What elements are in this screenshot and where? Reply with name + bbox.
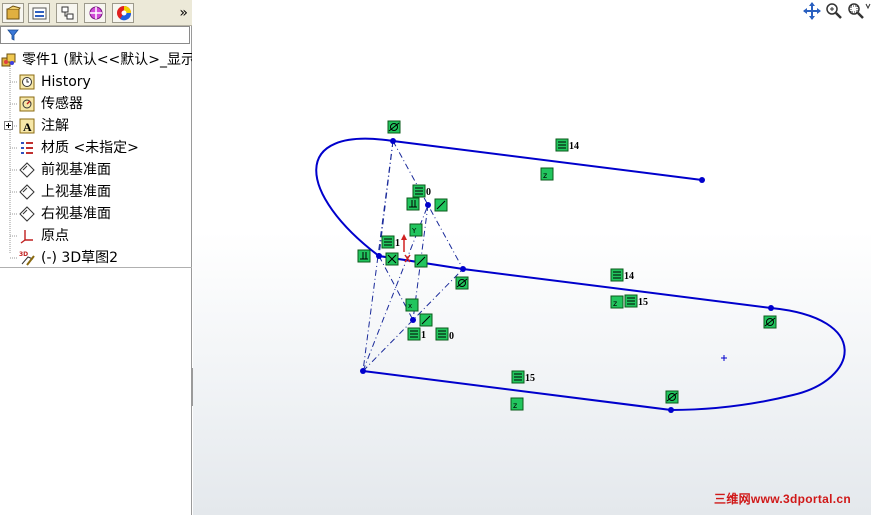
tree-item-label: 材质 <未指定>: [41, 140, 139, 156]
history-icon: [19, 74, 35, 90]
svg-text:Y: Y: [411, 227, 417, 235]
along-y-relation-icon[interactable]: [419, 313, 433, 327]
relation-label: 1: [421, 330, 426, 341]
part-icon: [1, 53, 16, 67]
tree-divider: [0, 267, 192, 268]
dimxpert-icon: [89, 6, 103, 20]
display-manager-tab[interactable]: [112, 3, 134, 23]
tree-item-label: 注解: [41, 118, 69, 134]
tangent-relation-icon[interactable]: [387, 120, 401, 134]
relation-label: 1: [395, 238, 400, 249]
equal-relation-icon[interactable]: [610, 268, 624, 282]
tree-item-label: 传感器: [41, 96, 83, 112]
annotation-icon: A: [19, 118, 35, 134]
equal-relation-icon[interactable]: [381, 235, 395, 249]
tree-item-label: 前视基准面: [41, 162, 111, 178]
sensor-icon: [19, 96, 35, 112]
equal-relation-icon[interactable]: [435, 327, 449, 341]
along-z-relation-icon[interactable]: z: [540, 167, 554, 181]
relation-label: 14: [569, 141, 579, 152]
tree-item-label: 原点: [41, 228, 69, 244]
relation-label: 15: [525, 373, 535, 384]
sketch-canvas: z z z Y x: [315, 120, 846, 413]
along-x-relation-icon[interactable]: Y: [409, 223, 423, 237]
tree-item-origin[interactable]: 原点: [0, 225, 192, 247]
material-icon: [21, 142, 33, 154]
svg-text:3D: 3D: [19, 251, 28, 258]
tree-item-annotations[interactable]: A 注解: [0, 115, 192, 137]
relation-label: 15: [638, 297, 648, 308]
filter-bar[interactable]: [0, 26, 190, 44]
tree-item-right-plane[interactable]: 右视基准面: [0, 203, 192, 225]
relation-label: 14: [624, 271, 634, 282]
tree-item-material[interactable]: 材质 <未指定>: [0, 137, 192, 159]
plane-icon: [19, 206, 35, 222]
manager-tabs: »: [0, 0, 192, 26]
equal-relation-icon[interactable]: [412, 184, 426, 198]
sketch-path[interactable]: [315, 137, 846, 411]
part-root-node[interactable]: 零件1 (默认<<默认>_显示: [0, 49, 192, 71]
tangent-relation-icon[interactable]: [665, 390, 679, 404]
perpendicular-relation-icon[interactable]: [406, 197, 420, 211]
svg-text:z: z: [513, 401, 517, 410]
origin-icon: [20, 230, 33, 244]
along-x-relation-icon[interactable]: x: [405, 298, 419, 312]
equal-relation-icon[interactable]: [624, 294, 638, 308]
equal-relation-icon[interactable]: [407, 327, 421, 341]
svg-text:z: z: [543, 171, 547, 180]
along-y-relation-icon[interactable]: [385, 252, 399, 266]
tree-item-label: History: [41, 74, 91, 90]
part-label: 零件1 (默认<<默认>_显示: [22, 52, 192, 68]
equal-relation-icon[interactable]: [555, 138, 569, 152]
expand-tabs-button[interactable]: »: [179, 3, 188, 23]
featuremanager-icon: [6, 5, 21, 20]
tree-item-label: 右视基准面: [41, 206, 111, 222]
propertymanager-tab[interactable]: [28, 3, 50, 23]
propertymanager-icon: [32, 7, 47, 20]
arc-center-mark: [721, 355, 727, 361]
display-manager-icon: [117, 6, 132, 21]
equal-relation-icon[interactable]: [511, 370, 525, 384]
perpendicular-relation-icon[interactable]: [357, 249, 371, 263]
3d-sketch-icon: 3D: [19, 251, 35, 266]
along-z-relation-icon[interactable]: z: [510, 397, 524, 411]
svg-text:A: A: [23, 120, 32, 134]
sketch-endpoints: [360, 138, 774, 413]
tangent-relation-icon[interactable]: [455, 276, 469, 290]
watermark: 三维网www.3dportal.cn: [714, 492, 851, 506]
configurationmanager-icon: [61, 6, 74, 20]
graphics-area[interactable]: z z z Y x 14 0 1 14 15 1 0 15 三维网www.3dp…: [193, 0, 871, 515]
tree-item-sensors[interactable]: 传感器: [0, 93, 192, 115]
tree-item-top-plane[interactable]: 上视基准面: [0, 181, 192, 203]
relation-label: 0: [426, 187, 431, 198]
along-z-relation-icon[interactable]: z: [610, 295, 624, 309]
tree-item-front-plane[interactable]: 前视基准面: [0, 159, 192, 181]
plane-icon: [19, 162, 35, 178]
tree-item-history[interactable]: History: [0, 71, 192, 93]
expand-toggle-icon[interactable]: [4, 121, 14, 131]
along-y-relation-icon[interactable]: [414, 254, 428, 268]
relation-label: 0: [449, 331, 454, 342]
featuremanager-tab[interactable]: [2, 3, 24, 23]
tangent-relation-icon[interactable]: [763, 315, 777, 329]
configurationmanager-tab[interactable]: [56, 3, 78, 23]
tree-item-label: (-) 3D草图2: [41, 250, 119, 266]
along-y-relation-icon[interactable]: [434, 198, 448, 212]
plane-icon: [19, 184, 35, 200]
tree-item-label: 上视基准面: [41, 184, 111, 200]
dimxpert-tab[interactable]: [84, 3, 106, 23]
feature-manager-panel: » 零件1 (默认<<默认>_显示 History 传感器 A 注解 材质 <未…: [0, 0, 192, 515]
sketch-origin-icon: [401, 234, 411, 263]
filter-icon: [7, 29, 19, 41]
svg-text:x: x: [408, 302, 412, 310]
tree-item-3d-sketch[interactable]: 3D (-) 3D草图2: [0, 247, 192, 269]
svg-text:z: z: [613, 299, 617, 308]
